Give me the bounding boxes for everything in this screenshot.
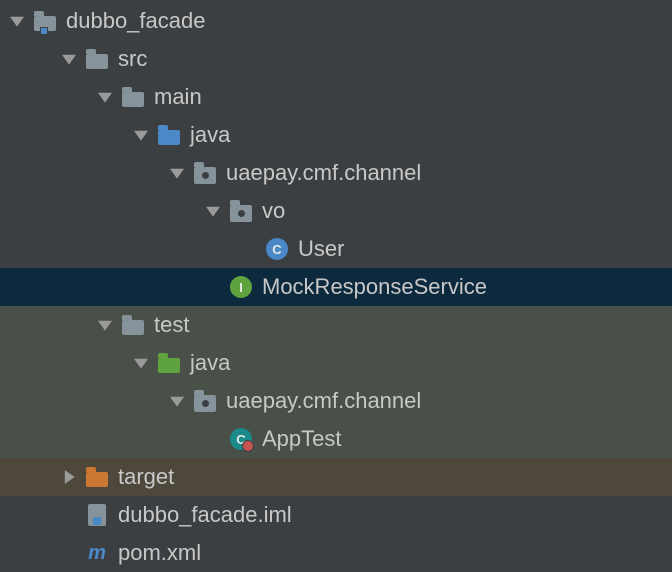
node-label: src [118, 46, 147, 72]
expand-arrow-down-icon[interactable] [60, 50, 78, 68]
node-label: test [154, 312, 189, 338]
expand-arrow-down-icon[interactable] [96, 88, 114, 106]
folder-icon [120, 312, 146, 338]
package-icon [192, 160, 218, 186]
tree-row-class-user[interactable]: C User [0, 230, 672, 268]
tree-row-folder-target[interactable]: target [0, 458, 672, 496]
expand-arrow-down-icon[interactable] [168, 392, 186, 410]
module-folder-icon [32, 8, 58, 34]
node-label: vo [262, 198, 285, 224]
expand-arrow-down-icon[interactable] [96, 316, 114, 334]
class-icon: C [264, 236, 290, 262]
node-label: dubbo_facade.iml [118, 502, 292, 528]
tree-row-folder-main[interactable]: main [0, 78, 672, 116]
node-label: User [298, 236, 344, 262]
tree-row-testroot-java[interactable]: java [0, 344, 672, 382]
maven-file-icon: m [84, 540, 110, 566]
node-label: dubbo_facade [66, 8, 205, 34]
test-class-icon: C [228, 426, 254, 452]
node-label: java [190, 350, 230, 376]
tree-row-interface-mockresponseservice[interactable]: I MockResponseService [0, 268, 672, 306]
node-label: main [154, 84, 202, 110]
tree-row-folder-src[interactable]: src [0, 40, 672, 78]
tree-row-folder-test[interactable]: test [0, 306, 672, 344]
folder-icon [120, 84, 146, 110]
tree-row-sourceroot-java[interactable]: java [0, 116, 672, 154]
node-label: java [190, 122, 230, 148]
expand-arrow-down-icon[interactable] [204, 202, 222, 220]
node-label: AppTest [262, 426, 342, 452]
tree-row-package-test[interactable]: uaepay.cmf.channel [0, 382, 672, 420]
node-label: uaepay.cmf.channel [226, 160, 421, 186]
iml-file-icon [84, 502, 110, 528]
package-icon [228, 198, 254, 224]
node-label: uaepay.cmf.channel [226, 388, 421, 414]
node-label: pom.xml [118, 540, 201, 566]
node-label: MockResponseService [262, 274, 487, 300]
tree-row-file-iml[interactable]: dubbo_facade.iml [0, 496, 672, 534]
expand-arrow-down-icon[interactable] [8, 12, 26, 30]
tree-row-package-vo[interactable]: vo [0, 192, 672, 230]
tree-row-package-main[interactable]: uaepay.cmf.channel [0, 154, 672, 192]
tree-row-module-dubbo-facade[interactable]: dubbo_facade [0, 2, 672, 40]
expand-arrow-down-icon[interactable] [168, 164, 186, 182]
tree-row-file-pom[interactable]: m pom.xml [0, 534, 672, 572]
tree-row-testclass-apptest[interactable]: C AppTest [0, 420, 672, 458]
interface-icon: I [228, 274, 254, 300]
node-label: target [118, 464, 174, 490]
package-icon [192, 388, 218, 414]
excluded-folder-icon [84, 464, 110, 490]
source-folder-icon [156, 122, 182, 148]
expand-arrow-down-icon[interactable] [132, 126, 150, 144]
test-folder-icon [156, 350, 182, 376]
folder-icon [84, 46, 110, 72]
expand-arrow-right-icon[interactable] [60, 468, 78, 486]
project-tree: dubbo_facade src main java uaepay.cmf.ch… [0, 0, 672, 572]
expand-arrow-down-icon[interactable] [132, 354, 150, 372]
